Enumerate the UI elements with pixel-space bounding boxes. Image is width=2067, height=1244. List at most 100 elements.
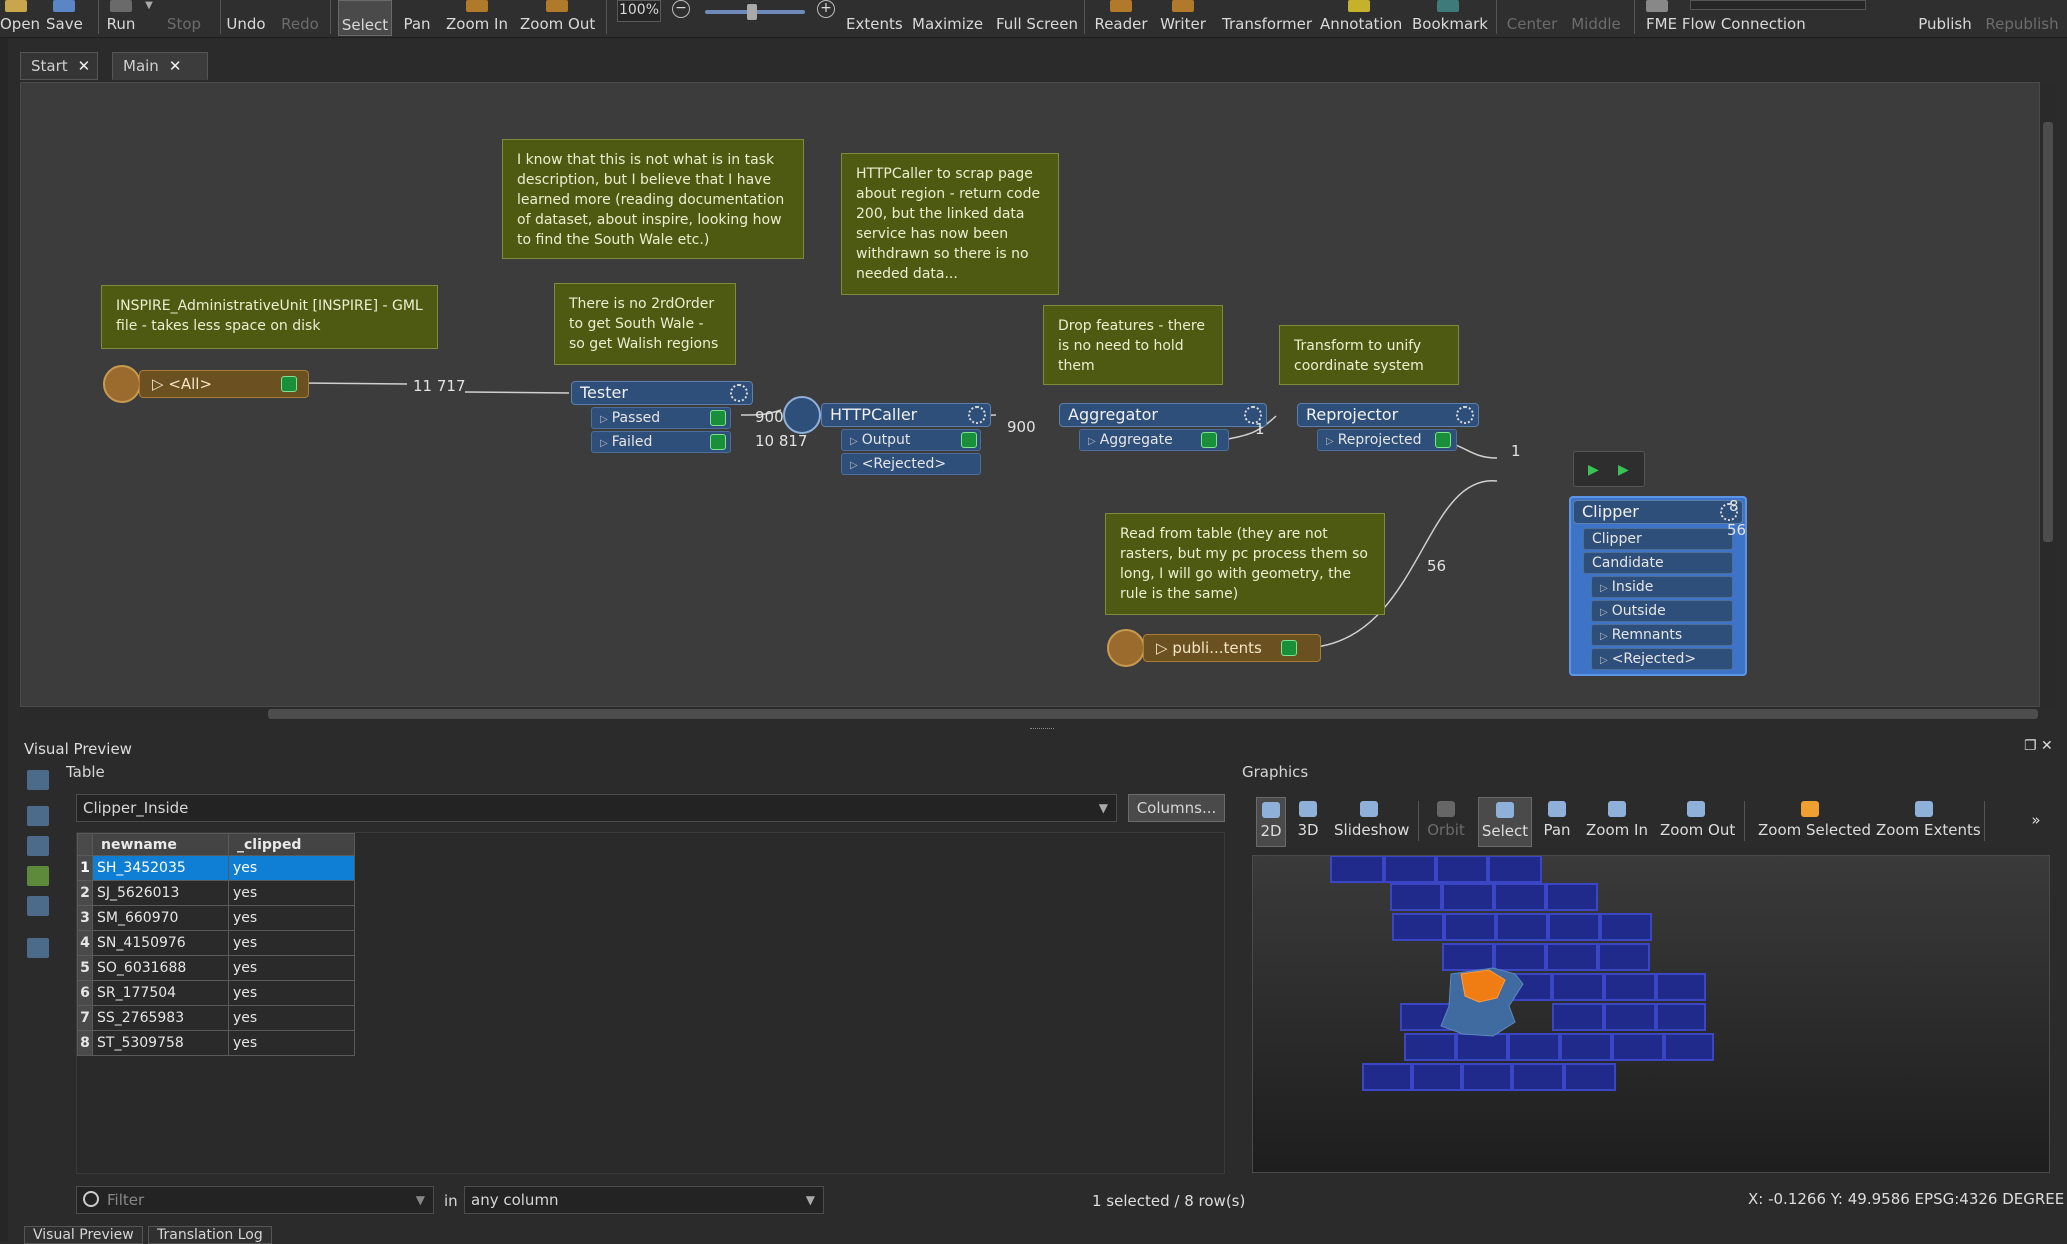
reader-feature-type-icon[interactable] xyxy=(1107,629,1145,667)
run-dropdown-icon[interactable]: ▼ xyxy=(144,0,154,36)
extents-button[interactable]: Extents xyxy=(846,0,903,36)
add-reader-button[interactable]: Reader xyxy=(1094,0,1148,36)
inspect-icon[interactable] xyxy=(1201,432,1217,448)
zoom-level-field[interactable]: 100% xyxy=(617,0,661,22)
gear-icon[interactable] xyxy=(730,384,748,402)
port-remnants[interactable]: ▷ Remnants xyxy=(1591,624,1733,646)
table-row[interactable]: 7 SS_2765983 yes xyxy=(77,1005,355,1031)
annotation-reprojector-note[interactable]: Transform to unify coordinate system xyxy=(1279,325,1459,385)
table-row[interactable]: 5 SO_6031688 yes xyxy=(77,955,355,981)
close-icon[interactable]: ✕ xyxy=(169,57,182,75)
tab-main[interactable]: Main ✕ xyxy=(112,52,208,80)
port-rejected[interactable]: ▷ <Rejected> xyxy=(841,453,981,475)
info-icon[interactable] xyxy=(27,896,49,916)
annotation-table-note[interactable]: Read from table (they are not rasters, b… xyxy=(1105,513,1385,615)
inspect-icon[interactable] xyxy=(1281,640,1297,656)
table-row[interactable]: 3 SM_660970 yes xyxy=(77,905,355,931)
table-row[interactable]: 1 SH_3452035 yes xyxy=(77,855,355,881)
add-transformer-button[interactable]: Transformer xyxy=(1222,0,1312,36)
run-to-this-icon[interactable]: ▶ xyxy=(1588,462,1604,478)
scroll-thumb[interactable] xyxy=(2043,122,2053,542)
canvas-vertical-scrollbar[interactable] xyxy=(2040,82,2056,707)
save-button[interactable]: Save xyxy=(46,0,83,36)
graphics-pan-button[interactable]: Pan xyxy=(1540,797,1574,847)
run-button[interactable]: Run xyxy=(106,0,136,36)
zoom-selected-button[interactable]: Zoom Selected xyxy=(1758,797,1871,847)
annotation-httpcaller-note[interactable]: HTTPCaller to scrap page about region - … xyxy=(841,153,1059,295)
run-from-this-icon[interactable]: ▶ xyxy=(1618,462,1634,478)
canvas-horizontal-scrollbar[interactable] xyxy=(20,707,2040,721)
graphics-viewport[interactable] xyxy=(1252,855,2050,1173)
annotation-tester-note[interactable]: There is no 2rdOrder to get South Wale -… xyxy=(554,283,736,365)
column-filter-select[interactable]: any column ▼ xyxy=(464,1186,824,1214)
tab-visual-preview[interactable]: Visual Preview xyxy=(24,1226,143,1244)
table-row[interactable]: 2 SJ_5626013 yes xyxy=(77,880,355,906)
full-screen-button[interactable]: Full Screen xyxy=(996,0,1078,36)
graphics-zoom-out-button[interactable]: Zoom Out xyxy=(1660,797,1735,847)
3d-view-button[interactable]: 3D xyxy=(1294,797,1322,847)
zoom-slider-handle[interactable] xyxy=(747,4,757,20)
more-tools-icon[interactable]: » xyxy=(2028,811,2044,861)
transformer-aggregator[interactable]: Aggregator xyxy=(1059,403,1267,427)
table-row[interactable]: 8 ST_5309758 yes xyxy=(77,1030,355,1056)
port-output[interactable]: ▷ Output xyxy=(841,429,981,451)
annotation-reader-note[interactable]: INSPIRE_AdministrativeUnit [INSPIRE] - G… xyxy=(101,285,438,349)
tab-translation-log[interactable]: Translation Log xyxy=(148,1226,272,1244)
chevron-down-icon[interactable]: ▼ xyxy=(416,1187,425,1213)
clipper-header[interactable]: Clipper xyxy=(1573,500,1743,524)
column-header-clipped[interactable]: _clipped xyxy=(228,833,355,856)
select-tool-button[interactable]: Select xyxy=(338,0,392,36)
orbit-button[interactable]: Orbit xyxy=(1426,797,1466,847)
graphics-select-button[interactable]: Select xyxy=(1478,797,1532,847)
transformer-reprojector[interactable]: Reprojector xyxy=(1297,403,1479,427)
inspect-icon[interactable] xyxy=(710,410,726,426)
reader-feature-type-icon[interactable] xyxy=(103,365,141,403)
zoom-out-button[interactable]: Zoom Out xyxy=(520,0,595,36)
add-annotation-button[interactable]: Annotation xyxy=(1320,0,1402,36)
zoom-in-button[interactable]: Zoom In xyxy=(444,0,510,36)
graphics-zoom-in-button[interactable]: Zoom In xyxy=(1586,797,1648,847)
table-view-icon[interactable] xyxy=(27,806,49,826)
annotation-task-note[interactable]: I know that this is not what is in task … xyxy=(502,139,804,259)
scroll-thumb[interactable] xyxy=(268,709,2038,719)
transformer-httpcaller[interactable]: HTTPCaller xyxy=(821,403,991,427)
workspace-canvas[interactable]: INSPIRE_AdministrativeUnit [INSPIRE] - G… xyxy=(20,82,2040,707)
add-bookmark-button[interactable]: Bookmark xyxy=(1412,0,1488,36)
port-candidate-input[interactable]: Candidate xyxy=(1583,552,1733,574)
slideshow-button[interactable]: Slideshow xyxy=(1334,797,1409,847)
close-icon[interactable]: ✕ xyxy=(78,57,91,75)
center-button[interactable]: Center xyxy=(1506,0,1558,36)
filter-input[interactable]: Filter ▼ xyxy=(76,1186,434,1214)
port-clipper-input[interactable]: Clipper xyxy=(1583,528,1733,550)
zoom-extents-button[interactable]: Zoom Extents xyxy=(1876,797,1981,847)
inspect-icon[interactable] xyxy=(281,376,297,392)
middle-button[interactable]: Middle xyxy=(1570,0,1622,36)
2d-view-button[interactable]: 2D xyxy=(1256,797,1286,847)
undo-button[interactable]: Undo xyxy=(226,0,266,36)
columns-button[interactable]: Columns... xyxy=(1128,794,1225,822)
port-inside[interactable]: ▷ Inside xyxy=(1591,576,1733,598)
search-icon[interactable] xyxy=(27,770,49,790)
zoom-minus-icon[interactable]: − xyxy=(672,0,690,18)
settings-icon[interactable] xyxy=(27,938,49,958)
inspect-icon[interactable] xyxy=(961,432,977,448)
zoom-plus-icon[interactable]: + xyxy=(817,0,835,18)
gear-icon[interactable] xyxy=(968,406,986,424)
fme-flow-connection-button[interactable]: FME Flow Connection xyxy=(1646,0,1806,36)
publish-button[interactable]: Publish xyxy=(1918,0,1972,36)
port-rejected[interactable]: ▷ <Rejected> xyxy=(1591,648,1733,670)
table-selector[interactable]: Clipper_Inside ▼ xyxy=(76,794,1117,822)
add-writer-button[interactable]: Writer xyxy=(1160,0,1206,36)
inspect-icon[interactable] xyxy=(710,434,726,450)
panel-splitter[interactable] xyxy=(1030,728,1054,731)
transformer-clipper[interactable]: Clipper Clipper Candidate ▷ Inside ▷ Outsi… xyxy=(1569,496,1747,676)
pan-tool-button[interactable]: Pan xyxy=(400,0,434,36)
float-icon[interactable]: ❐ xyxy=(2024,738,2037,754)
redo-button[interactable]: Redo xyxy=(280,0,320,36)
close-icon[interactable]: ✕ xyxy=(2041,738,2053,754)
table-row[interactable]: 4 SN_4150976 yes xyxy=(77,930,355,956)
column-header-newname[interactable]: newname xyxy=(92,833,229,856)
transformer-tester[interactable]: Tester xyxy=(571,381,753,405)
republish-button[interactable]: Republish xyxy=(1984,0,2060,36)
inspect-icon[interactable] xyxy=(1435,432,1451,448)
